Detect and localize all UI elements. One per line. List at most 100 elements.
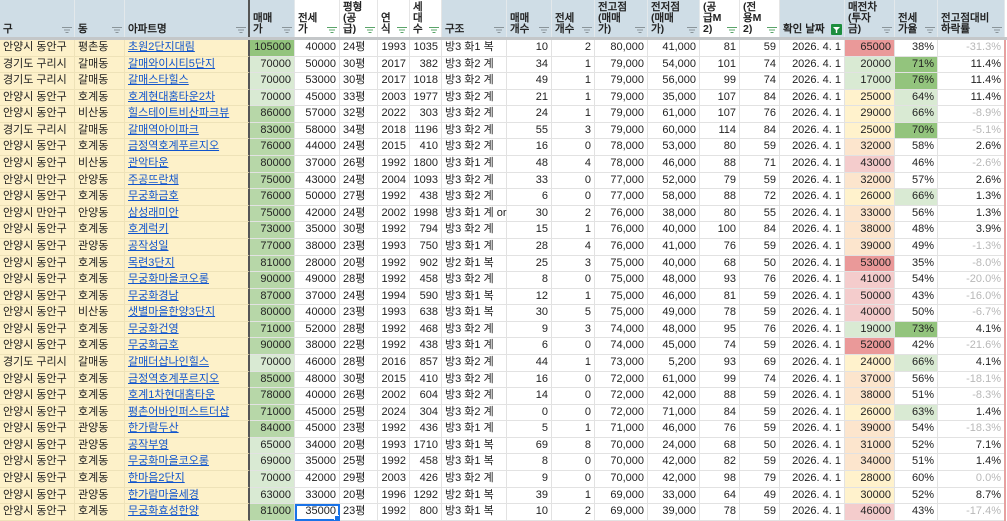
apartment-link[interactable]: 한마음2단지 [125,471,250,488]
cell-sale-count[interactable]: 39 [507,487,552,505]
cell-jeonse-ratio[interactable]: 56% [895,205,938,223]
cell-district[interactable]: 안양시 동안구 [0,437,75,455]
filter-icon[interactable] [429,26,439,34]
cell-structure[interactable]: 방3 화2 계 [442,56,507,74]
cell-low-price[interactable]: 56,000 [648,73,700,90]
cell-jeonse-count[interactable]: 4 [552,238,595,256]
cell-jeonse-price[interactable]: 35000 [295,454,340,472]
cell-pyeong[interactable]: 33평 [340,89,378,107]
cell-year-built[interactable]: 2017 [378,56,410,74]
cell-exclusive-area[interactable]: 59 [740,504,780,521]
cell-dong[interactable]: 관양동 [75,238,125,256]
filter-icon[interactable] [767,26,777,34]
cell-pyeong[interactable]: 24평 [340,172,378,190]
cell-dong[interactable]: 호계동 [75,388,125,405]
cell-low-price[interactable]: 71,000 [648,404,700,422]
cell-district[interactable]: 안양시 동안구 [0,321,75,339]
cell-supply-area[interactable]: 99 [700,371,740,389]
cell-pyeong[interactable]: 28평 [340,272,378,289]
cell-households[interactable]: 800 [410,504,442,521]
cell-sale-count[interactable]: 33 [507,172,552,190]
cell-low-price[interactable]: 48,000 [648,272,700,289]
cell-structure[interactable]: 방3 화1 복 [442,437,507,455]
cell-high-price[interactable]: 75,000 [595,272,648,289]
cell-gap-amount[interactable]: 43000 [845,156,895,173]
cell-high-price[interactable]: 70,000 [595,471,648,488]
cell-structure[interactable]: 방3 화2 계 [442,73,507,90]
cell-drop-rate[interactable]: 1.3% [938,189,1005,206]
cell-dong[interactable]: 호계동 [75,255,125,273]
filter-active-icon[interactable] [831,24,842,35]
cell-high-price[interactable]: 76,000 [595,205,648,223]
cell-district[interactable]: 안양시 동안구 [0,338,75,355]
cell-drop-rate[interactable]: -8.0% [938,255,1005,273]
cell-sale-price[interactable]: 90000 [250,272,295,289]
cell-gap-amount[interactable]: 37000 [845,371,895,389]
cell-households[interactable]: 410 [410,371,442,389]
column-header-district[interactable]: 구 [0,0,75,37]
cell-gap-amount[interactable]: 31000 [845,437,895,455]
cell-drop-rate[interactable]: 7.1% [938,437,1005,455]
cell-supply-area[interactable]: 76 [700,421,740,438]
cell-check-date[interactable]: 2026. 4. 1 [780,172,845,190]
cell-sale-price[interactable]: 70000 [250,354,295,372]
cell-sale-count[interactable]: 15 [507,222,552,239]
cell-district[interactable]: 안양시 만안구 [0,172,75,190]
filter-icon[interactable] [365,26,375,34]
cell-district[interactable]: 경기도 구리시 [0,56,75,74]
cell-sale-price[interactable]: 70000 [250,56,295,74]
cell-households[interactable]: 468 [410,321,442,339]
cell-low-price[interactable]: 54,000 [648,56,700,74]
cell-households[interactable]: 1018 [410,73,442,90]
cell-drop-rate[interactable]: 1.3% [938,205,1005,223]
cell-exclusive-area[interactable]: 76 [740,321,780,339]
cell-supply-area[interactable]: 78 [700,504,740,521]
cell-structure[interactable]: 방3 화1 계 [442,238,507,256]
column-header-jeonse-price[interactable]: 전세가 [295,0,340,37]
cell-sale-price[interactable]: 85000 [250,371,295,389]
cell-gap-amount[interactable]: 30000 [845,487,895,505]
cell-gap-amount[interactable]: 33000 [845,205,895,223]
cell-exclusive-area[interactable]: 76 [740,272,780,289]
cell-households[interactable]: 303 [410,106,442,123]
cell-district[interactable]: 안양시 동안구 [0,454,75,472]
cell-high-price[interactable]: 79,000 [595,89,648,107]
cell-pyeong[interactable]: 20평 [340,487,378,505]
cell-jeonse-price[interactable]: 43000 [295,172,340,190]
cell-high-price[interactable]: 78,000 [595,139,648,157]
cell-households[interactable]: 1196 [410,122,442,140]
cell-year-built[interactable]: 2003 [378,89,410,107]
cell-sale-count[interactable]: 48 [507,156,552,173]
cell-gap-amount[interactable]: 41000 [845,272,895,289]
cell-low-price[interactable]: 48,000 [648,321,700,339]
cell-sale-price[interactable]: 78000 [250,388,295,405]
cell-sale-count[interactable]: 8 [507,454,552,472]
cell-year-built[interactable]: 2002 [378,205,410,223]
cell-households[interactable]: 1093 [410,172,442,190]
cell-jeonse-ratio[interactable]: 51% [895,454,938,472]
cell-gap-amount[interactable]: 38000 [845,222,895,239]
filter-icon[interactable] [282,26,292,34]
cell-structure[interactable]: 방3 화2 계 [442,371,507,389]
cell-year-built[interactable]: 1992 [378,454,410,472]
cell-exclusive-area[interactable]: 49 [740,487,780,505]
cell-gap-amount[interactable]: 32000 [845,139,895,157]
cell-jeonse-price[interactable]: 45000 [295,404,340,422]
cell-district[interactable]: 안양시 동안구 [0,189,75,206]
cell-structure[interactable]: 방3 화1 계 [442,156,507,173]
cell-year-built[interactable]: 2022 [378,106,410,123]
cell-gap-amount[interactable]: 29000 [845,106,895,123]
cell-check-date[interactable]: 2026. 4. 1 [780,238,845,256]
cell-jeonse-ratio[interactable]: 43% [895,288,938,306]
cell-gap-amount[interactable]: 32000 [845,172,895,190]
cell-district[interactable]: 안양시 동안구 [0,106,75,123]
cell-district[interactable]: 안양시 동안구 [0,40,75,57]
cell-low-price[interactable]: 41,000 [648,40,700,57]
cell-high-price[interactable]: 75,000 [595,255,648,273]
cell-jeonse-price[interactable]: 33000 [295,487,340,505]
cell-dong[interactable]: 호계동 [75,371,125,389]
cell-high-price[interactable]: 79,000 [595,56,648,74]
cell-high-price[interactable]: 77,000 [595,189,648,206]
cell-supply-area[interactable]: 80 [700,205,740,223]
cell-supply-area[interactable]: 84 [700,404,740,422]
